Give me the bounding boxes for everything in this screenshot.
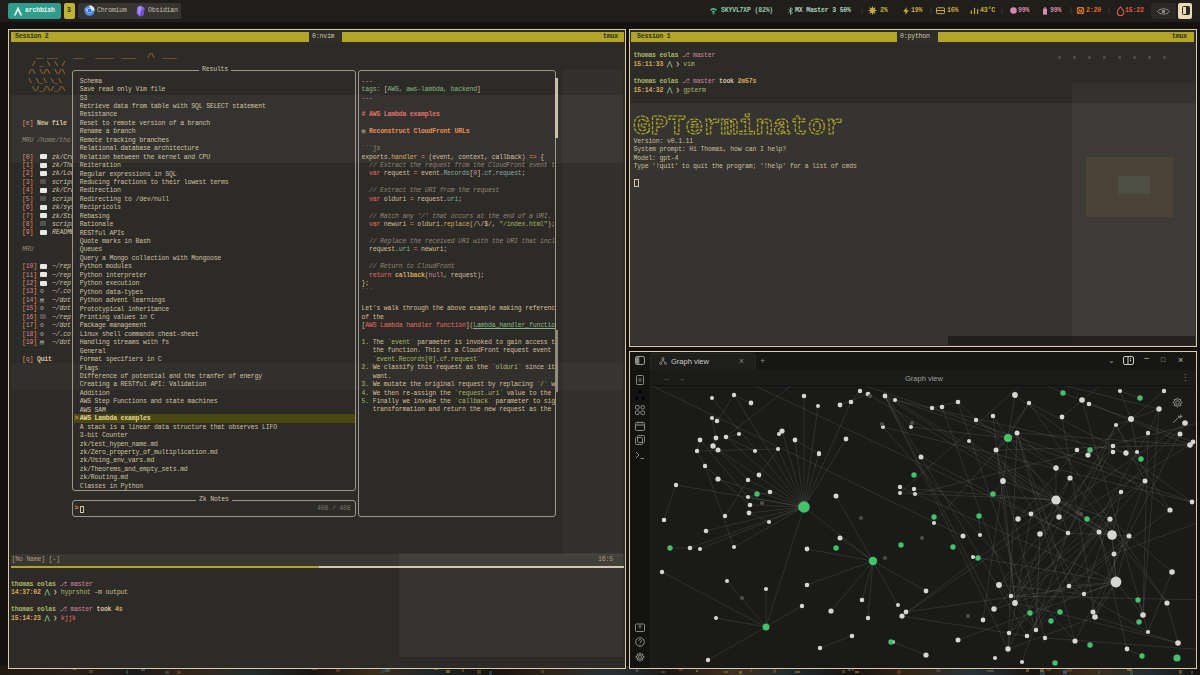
svg-text:GPTerminator: GPTerminator xyxy=(633,111,843,141)
